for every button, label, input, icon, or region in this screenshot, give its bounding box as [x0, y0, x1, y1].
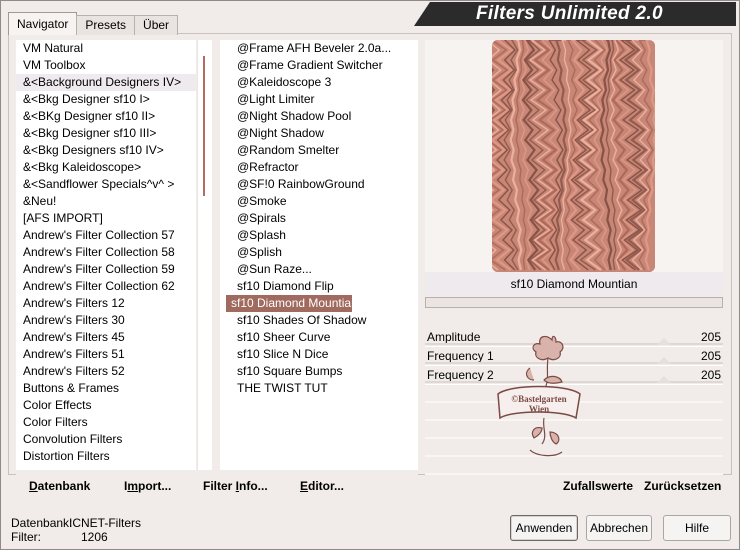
filter-list[interactable]: @Frame AFH Beveler 2.0a... @Frame Gradien… [220, 40, 418, 470]
filter-info-button[interactable]: Filter Info... [203, 479, 268, 493]
category-item[interactable]: Andrew's Filter Collection 58 [16, 244, 196, 261]
apply-button[interactable]: Anwenden [510, 515, 578, 541]
category-item[interactable]: VM Toolbox [16, 57, 196, 74]
watermark-text-1: ©Bastelgarten [511, 394, 566, 404]
category-item[interactable]: Andrew's Filters 52 [16, 363, 196, 380]
filter-item[interactable]: @SF!0 RainbowGround [226, 176, 418, 193]
tab-presets[interactable]: Presets [76, 15, 136, 35]
category-item[interactable]: Andrew's Filter Collection 59 [16, 261, 196, 278]
category-item[interactable]: &<Bkg Designer sf10 III> [16, 125, 196, 142]
randomize-button[interactable]: Zufallswerte [563, 479, 633, 493]
param-label: Frequency 1 [427, 349, 494, 363]
category-item[interactable]: Color Filters [16, 414, 196, 431]
filter-item[interactable]: sf10 Diamond Mountian [226, 295, 358, 312]
category-item[interactable]: &<Bkg Kaleidoscope> [16, 159, 196, 176]
filter-count-label: Filter: [11, 530, 41, 544]
db-value: ICNET-Filters [69, 516, 141, 530]
selected-filter-name: sf10 Diamond Mountian [425, 273, 723, 295]
category-item[interactable]: VM Natural [16, 40, 196, 57]
filter-item[interactable]: sf10 Slice N Dice [226, 346, 418, 363]
category-item[interactable]: Andrew's Filters 51 [16, 346, 196, 363]
category-item[interactable]: &<Background Designers IV> [16, 74, 196, 91]
category-item[interactable]: &<Bkg Designer sf10 I> [16, 91, 196, 108]
reset-button[interactable]: Zurücksetzen [644, 479, 721, 493]
filter-item[interactable]: sf10 Sheer Curve [226, 329, 418, 346]
editor-button[interactable]: Editor... [300, 479, 344, 493]
category-item[interactable]: &<BKg Designer sf10 II> [16, 108, 196, 125]
category-item[interactable]: [AFS IMPORT] [16, 210, 196, 227]
filter-item[interactable]: @Splish [226, 244, 418, 261]
param-label: Amplitude [427, 330, 481, 344]
filter-item[interactable]: @Frame Gradient Switcher [226, 57, 418, 74]
param-label: Frequency 2 [427, 368, 494, 382]
title-banner: Filters Unlimited 2.0 [414, 2, 736, 26]
filter-count-value: 1206 [81, 530, 108, 544]
slider-knob[interactable] [657, 338, 671, 345]
category-item[interactable]: Buttons & Frames [16, 380, 196, 397]
category-item[interactable]: &<Sandflower Specials^v^ > [16, 176, 196, 193]
help-button[interactable]: Hilfe [663, 515, 731, 541]
filter-item[interactable]: sf10 Shades Of Shadow [226, 312, 418, 329]
slider-knob[interactable] [657, 376, 671, 383]
category-item[interactable]: &<Bkg Designers sf10 IV> [16, 142, 196, 159]
filter-item[interactable]: @Light Limiter [226, 91, 418, 108]
category-item[interactable]: Distortion Filters [16, 448, 196, 465]
category-item[interactable]: Andrew's Filters 30 [16, 312, 196, 329]
param-value: 205 [700, 349, 721, 363]
watermark-emblem: ©Bastelgarten Wien [497, 335, 581, 457]
filter-item[interactable]: @Spirals [226, 210, 418, 227]
param-value: 205 [700, 368, 721, 382]
db-label: Datenbank: [11, 516, 73, 530]
filter-item[interactable]: @Smoke [226, 193, 418, 210]
filter-item[interactable]: @Refractor [226, 159, 418, 176]
category-item[interactable]: Andrew's Filter Collection 62 [16, 278, 196, 295]
filter-item[interactable]: sf10 Square Bumps [226, 363, 418, 380]
filter-item[interactable]: @Sun Raze... [226, 261, 418, 278]
progress-bar [425, 297, 723, 308]
preview-image [492, 40, 655, 272]
filter-item[interactable]: @Random Smelter [226, 142, 418, 159]
filter-item[interactable]: sf10 Diamond Flip [226, 278, 418, 295]
filter-item[interactable]: @Splash [226, 227, 418, 244]
category-scrollbar-thumb[interactable] [203, 56, 205, 196]
status-info: Datenbank:ICNET-Filters Filter: 1206 [11, 516, 141, 544]
param-value: 205 [700, 330, 721, 344]
tab-navigator[interactable]: Navigator [8, 12, 78, 35]
app-title: Filters Unlimited 2.0 [476, 3, 663, 24]
category-list[interactable]: VM Natural VM Toolbox &<Background Designe… [16, 40, 196, 470]
category-item[interactable]: &Neu! [16, 193, 196, 210]
tab-about[interactable]: Über [134, 15, 179, 35]
category-item[interactable]: Convolution Filters [16, 431, 196, 448]
filter-item[interactable]: @Night Shadow Pool [226, 108, 418, 125]
category-item[interactable]: Color Effects [16, 397, 196, 414]
filter-item[interactable]: @Night Shadow [226, 125, 418, 142]
slider-knob[interactable] [657, 357, 671, 364]
watermark-text-2: Wien [529, 404, 549, 414]
preview-pattern [492, 40, 655, 272]
category-item[interactable]: Andrew's Filter Collection 57 [16, 227, 196, 244]
cancel-button[interactable]: Abbrechen [586, 515, 652, 541]
filter-item[interactable]: THE TWIST TUT [226, 380, 418, 397]
import-button[interactable]: Import... [124, 479, 171, 493]
filter-item[interactable]: @Frame AFH Beveler 2.0a... [226, 40, 418, 57]
filter-item[interactable]: @Kaleidoscope 3 [226, 74, 418, 91]
datenbank-button[interactable]: Datenbank [29, 479, 90, 493]
category-item[interactable]: Andrew's Filters 12 [16, 295, 196, 312]
tab-bar: Navigator Presets Über [8, 12, 179, 35]
category-item[interactable]: Andrew's Filters 45 [16, 329, 196, 346]
